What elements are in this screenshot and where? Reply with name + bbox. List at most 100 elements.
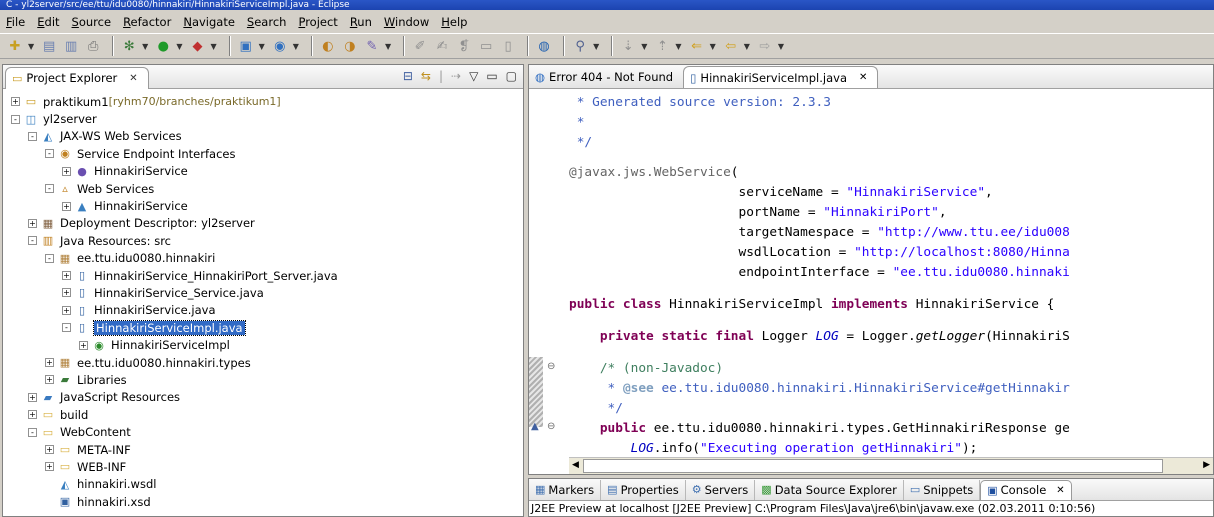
editor-tab-error-404[interactable]: ◍ Error 404 - Not Found (529, 66, 683, 88)
close-icon[interactable]: ✕ (859, 72, 867, 83)
collapse-icon[interactable]: - (45, 184, 54, 194)
menu-project[interactable]: Project (298, 15, 337, 29)
new-class-dropdown-icon[interactable]: ▼ (293, 42, 299, 51)
expand-icon[interactable]: + (28, 392, 37, 402)
tree-item[interactable]: - ▵ Web Services (3, 180, 523, 197)
external-tools-dropdown-icon[interactable]: ▼ (210, 42, 216, 51)
edit-dropdown-icon[interactable]: ▼ (385, 42, 391, 51)
editor-tab-hinnakiriserviceimpl[interactable]: ▯ HinnakiriServiceImpl.java ✕ (683, 66, 879, 88)
back-icon[interactable]: ⇦ (722, 37, 740, 55)
web-browser-icon[interactable]: ◍ (535, 37, 553, 55)
new-dropdown-icon[interactable]: ▼ (28, 42, 34, 51)
tree-item[interactable]: + ▯ HinnakiriService.java (3, 302, 523, 319)
tree-item[interactable]: - ▯ HinnakiriServiceImpl.java (3, 319, 523, 336)
next-annotation-dropdown-icon[interactable]: ▼ (641, 42, 647, 51)
tree-item[interactable]: + ▭ build (3, 406, 523, 423)
expand-icon[interactable]: + (62, 166, 71, 176)
project-explorer-tab[interactable]: ▭ Project Explorer ✕ (5, 66, 149, 89)
expand-icon[interactable]: + (62, 288, 71, 298)
maximize-icon[interactable]: ▢ (506, 69, 517, 83)
forward-dropdown-icon[interactable]: ▼ (778, 42, 784, 51)
debug-icon[interactable]: ✻ (120, 37, 138, 55)
tree-item[interactable]: - ◉ Service Endpoint Interfaces (3, 145, 523, 162)
next-annotation-icon[interactable]: ⇣ (619, 37, 637, 55)
expand-icon[interactable]: + (11, 97, 20, 107)
expand-icon[interactable]: + (45, 445, 54, 454)
expand-icon[interactable]: + (45, 462, 54, 472)
brush-icon[interactable]: ✍ (433, 37, 451, 55)
tab-data-source-explorer[interactable]: ▩ Data Source Explorer (755, 479, 904, 500)
tree-item[interactable]: - ▥ Java Resources: src (3, 232, 523, 249)
collapse-icon[interactable]: - (45, 253, 54, 263)
code-area[interactable]: * Generated source version: 2.3.3 * */ @… (569, 93, 1213, 459)
minimize-icon[interactable]: ▭ (486, 69, 497, 83)
tab-servers[interactable]: ⚙ Servers (686, 479, 756, 500)
fold-collapse-icon[interactable]: ⊖ (547, 421, 555, 432)
collapse-icon[interactable]: - (62, 323, 71, 333)
close-icon[interactable]: ✕ (1056, 485, 1064, 496)
tree-item[interactable]: + ▰ Libraries (3, 371, 523, 388)
menu-search[interactable]: Search (247, 15, 287, 29)
menu-help[interactable]: Help (441, 15, 467, 29)
search-dropdown-icon[interactable]: ▼ (593, 42, 599, 51)
tree-item[interactable]: + ▯ HinnakiriService_HinnakiriPort_Server.… (3, 267, 523, 284)
run-icon[interactable]: ● (154, 37, 172, 55)
previous-annotation-icon[interactable]: ⇡ (653, 37, 671, 55)
expand-icon[interactable]: + (79, 340, 88, 350)
scroll-left-icon[interactable]: ◀ (572, 460, 579, 470)
tree-item[interactable]: + ▭ META-INF (3, 441, 523, 458)
show-source-icon[interactable]: ▯ (499, 37, 517, 55)
last-edit-icon[interactable]: ⇐ (688, 37, 706, 55)
tree-item[interactable]: + ▦ ee.ttu.idu0080.hinnakiri.types (3, 354, 523, 371)
new-icon[interactable]: ✚ (6, 37, 24, 55)
search-icon[interactable]: ⚲ (571, 37, 589, 55)
new-server-icon[interactable]: ▣ (237, 37, 255, 55)
show-whitespace-icon[interactable]: ❡ (455, 37, 473, 55)
tab-markers[interactable]: ▦ Markers (529, 479, 602, 500)
edit-icon[interactable]: ✎ (363, 37, 381, 55)
open-type-icon[interactable]: ◐ (319, 37, 337, 55)
scroll-right-icon[interactable]: ▶ (1203, 460, 1210, 470)
mark-occurrences-icon[interactable]: ✐ (411, 37, 429, 55)
menu-edit[interactable]: Edit (37, 15, 59, 29)
tree-item[interactable]: + ▲ HinnakiriService (3, 197, 523, 214)
tree-item[interactable]: + ◉ HinnakiriServiceImpl (3, 336, 523, 353)
expand-icon[interactable]: + (28, 218, 37, 228)
menu-window[interactable]: Window (384, 15, 429, 29)
tree-item[interactable]: ◭ hinnakiri.wsdl (3, 476, 523, 493)
menu-source[interactable]: Source (72, 15, 112, 29)
open-resource-icon[interactable]: ◑ (341, 37, 359, 55)
forward-icon[interactable]: ⇨ (756, 37, 774, 55)
new-server-dropdown-icon[interactable]: ▼ (259, 42, 265, 51)
collapse-icon[interactable]: - (28, 131, 37, 141)
last-edit-dropdown-icon[interactable]: ▼ (710, 42, 716, 51)
external-tools-icon[interactable]: ◆ (188, 37, 206, 55)
new-java-class-icon[interactable]: ◉ (271, 37, 289, 55)
tree-item[interactable]: + ● HinnakiriService (3, 163, 523, 180)
tree-item[interactable]: - ▦ ee.ttu.idu0080.hinnakiri (3, 250, 523, 267)
tree-item[interactable]: - ▭ WebContent (3, 423, 523, 440)
expand-icon[interactable]: + (45, 375, 54, 385)
save-icon[interactable]: ▤ (40, 37, 58, 55)
fold-collapse-icon[interactable]: ⊖ (547, 361, 555, 372)
link-with-editor-icon[interactable]: ⇆ (421, 69, 431, 83)
tab-properties[interactable]: ▤ Properties (601, 479, 686, 500)
collapse-icon[interactable]: - (11, 114, 20, 124)
menu-refactor[interactable]: Refactor (123, 15, 171, 29)
expand-icon[interactable]: + (62, 201, 71, 211)
expand-icon[interactable]: + (28, 410, 37, 420)
menu-file[interactable]: File (6, 15, 25, 29)
close-icon[interactable]: ✕ (129, 73, 137, 84)
back-dropdown-icon[interactable]: ▼ (744, 42, 750, 51)
save-all-icon[interactable]: ▥ (62, 37, 80, 55)
menu-run[interactable]: Run (350, 15, 372, 29)
tab-console[interactable]: ▣ Console ✕ (980, 479, 1072, 500)
tree-item[interactable]: - ◫ yl2server (3, 110, 523, 127)
expand-icon[interactable]: + (62, 271, 71, 281)
tree-item[interactable]: ▣ hinnakiri.xsd (3, 493, 523, 510)
scrollbar-thumb[interactable] (583, 459, 1163, 473)
run-dropdown-icon[interactable]: ▼ (176, 42, 182, 51)
tree-item[interactable]: + ▯ HinnakiriService_Service.java (3, 284, 523, 301)
collapse-icon[interactable]: - (28, 427, 37, 437)
collapse-all-icon[interactable]: ⊟ (403, 69, 413, 83)
